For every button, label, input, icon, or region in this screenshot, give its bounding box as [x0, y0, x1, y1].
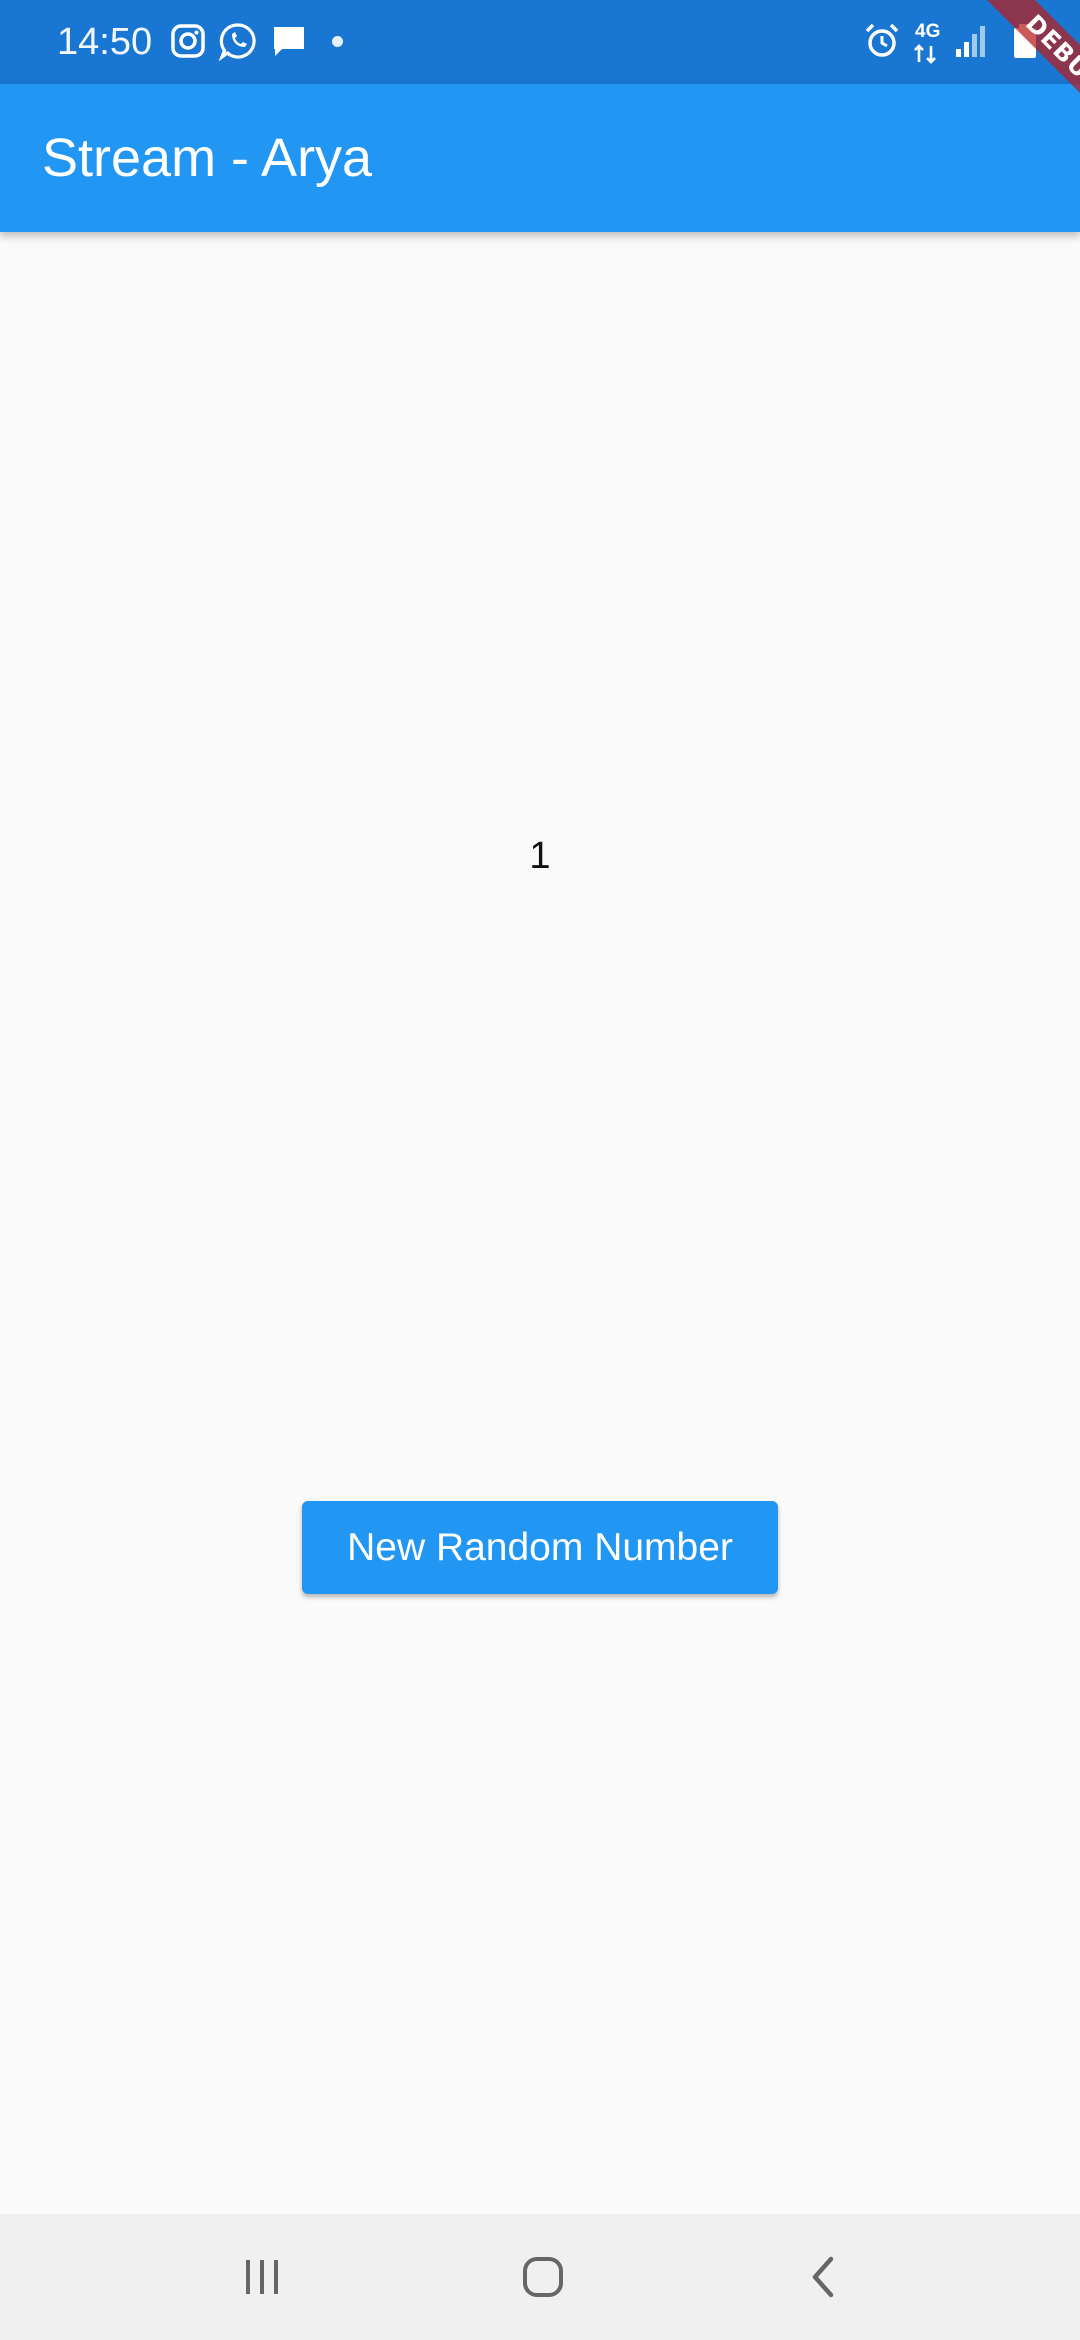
app-bar: Stream - Arya	[0, 84, 1080, 232]
instagram-icon	[168, 21, 208, 61]
whatsapp-icon	[218, 21, 258, 61]
data-arrows-icon	[913, 44, 939, 64]
recent-apps-button[interactable]	[222, 2237, 302, 2317]
home-button[interactable]	[503, 2237, 583, 2317]
status-time: 14:50	[57, 21, 153, 63]
recent-apps-icon	[240, 2257, 284, 2297]
signal-icon	[952, 21, 992, 61]
message-icon	[269, 21, 309, 61]
alarm-icon	[862, 21, 902, 61]
random-number-display: 1	[529, 835, 551, 877]
home-icon	[521, 2255, 565, 2299]
network-type-label: 4G	[915, 21, 941, 42]
system-navigation-bar	[0, 2214, 1080, 2340]
page-title: Stream - Arya	[42, 128, 373, 188]
more-notifications-dot	[332, 36, 343, 47]
back-button[interactable]	[783, 2237, 863, 2317]
status-bar: 14:50 4G	[0, 0, 1080, 84]
battery-icon	[1005, 21, 1045, 61]
new-random-number-button[interactable]: New Random Number	[302, 1501, 778, 1594]
back-icon	[805, 2255, 841, 2299]
